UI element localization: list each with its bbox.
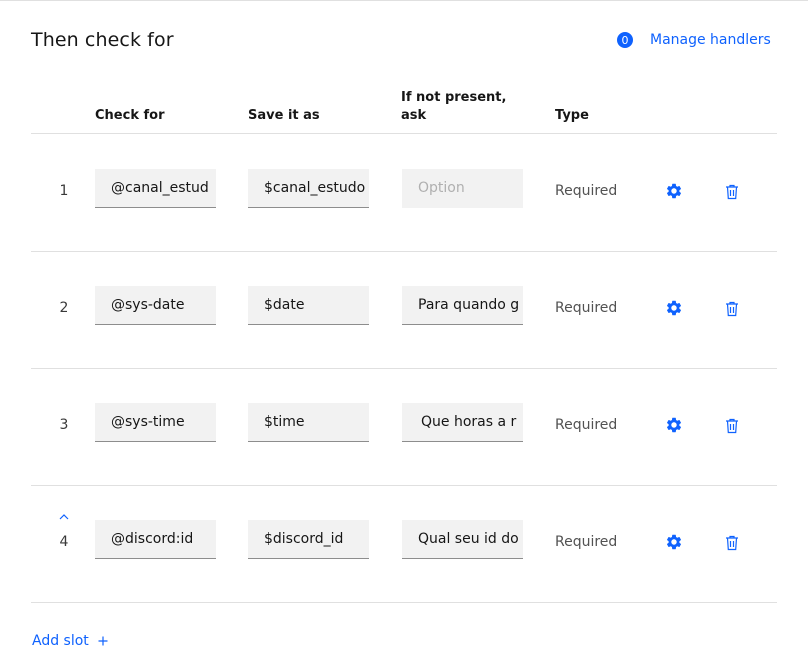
type-value: Required [555,183,618,199]
ask-input[interactable]: Qual seu id do [402,520,523,559]
table-row: 3 @sys-time $time Que horas a r Required [31,368,777,486]
row-number: 2 [59,300,69,316]
type-value: Required [555,417,618,433]
column-header-if-not-present-line2: ask [401,108,427,123]
table-row: 2 @sys-date $date Para quando g Required [31,251,777,369]
table-row: 4 @discord:id $discord_id Qual seu id do… [31,485,777,603]
check-for-input[interactable]: @sys-date [95,286,216,325]
gear-icon[interactable] [664,532,684,552]
section-title: Then check for [31,29,174,51]
add-slot-label: Add slot [32,633,89,649]
row-number: 4 [59,534,69,550]
table-row: 1 @canal_estud $canal_estudo Option Requ… [31,134,777,252]
gear-icon[interactable] [664,181,684,201]
column-header-if-not-present-line1: If not present, [401,90,507,105]
chevron-up-icon[interactable] [57,510,71,524]
trash-icon[interactable] [722,416,742,436]
add-slot-button[interactable]: Add slot [32,633,108,649]
trash-icon[interactable] [722,533,742,553]
column-header-if-not-present: If not present, ask [401,89,506,125]
column-header-type: Type [555,108,589,123]
handlers-count-badge: 0 [617,32,633,48]
column-header-save-as: Save it as [248,108,320,123]
save-as-input[interactable]: $time [248,403,369,442]
top-divider [0,0,808,1]
ask-input[interactable]: Para quando g [402,286,523,325]
type-value: Required [555,300,618,316]
check-for-input[interactable]: @canal_estud [95,169,216,208]
check-for-input[interactable]: @discord:id [95,520,216,559]
trash-icon[interactable] [722,299,742,319]
trash-icon[interactable] [722,182,742,202]
column-header-check-for: Check for [95,108,165,123]
save-as-input[interactable]: $date [248,286,369,325]
gear-icon[interactable] [664,415,684,435]
row-number: 3 [59,417,69,433]
type-value: Required [555,534,618,550]
row-number: 1 [59,183,69,199]
ask-input[interactable]: Option [402,169,523,208]
manage-handlers[interactable]: 0 Manage handlers [617,32,771,48]
plus-icon [98,636,108,646]
save-as-input[interactable]: $canal_estudo [248,169,369,208]
save-as-input[interactable]: $discord_id [248,520,369,559]
check-for-input[interactable]: @sys-time [95,403,216,442]
manage-handlers-link[interactable]: Manage handlers [650,32,771,48]
ask-input[interactable]: Que horas a r [402,403,523,442]
gear-icon[interactable] [664,298,684,318]
